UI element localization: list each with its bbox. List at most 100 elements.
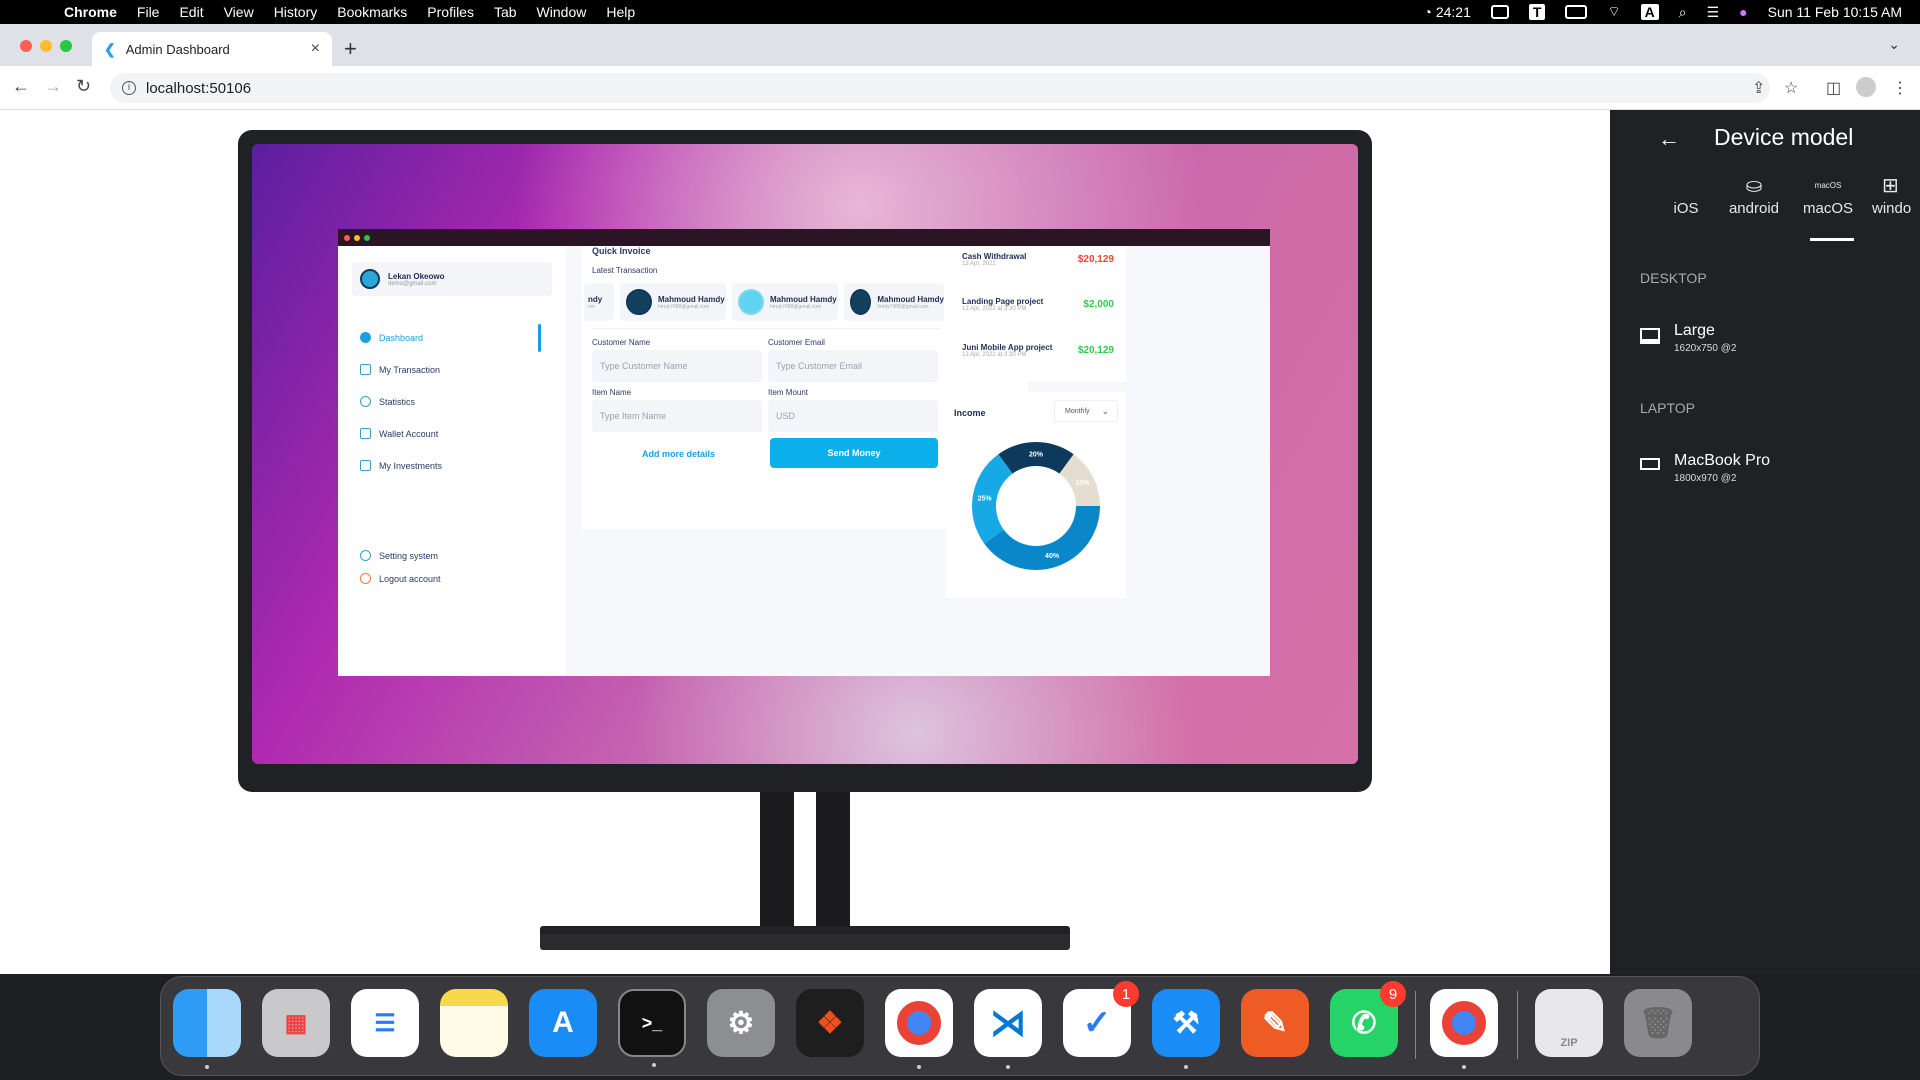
app-close-dot[interactable] — [344, 234, 350, 241]
zip-file-icon[interactable]: ZIP — [1535, 989, 1603, 1057]
chrome-icon[interactable] — [885, 989, 953, 1069]
tab-admin-dashboard[interactable]: ❮ Admin Dashboard × — [92, 32, 332, 66]
notification-badge: 9 — [1380, 981, 1406, 1007]
profile-avatar-icon[interactable] — [1856, 77, 1876, 97]
user-profile-card[interactable]: Lekan Okeowo demo@gmail.com — [352, 262, 552, 296]
transaction-row[interactable]: Landing Page project 13 Apr, 2022 at 3:3… — [962, 297, 1114, 312]
wifi-icon[interactable]: ⌔ — [1607, 3, 1620, 21]
running-indicator — [652, 1063, 656, 1067]
latest-transaction-label: Latest Transaction — [592, 266, 658, 275]
transaction-card[interactable]: Mahmoud Hamdy hmdy7488@gmail.com — [732, 283, 838, 321]
back-arrow-icon[interactable]: ← — [12, 76, 30, 97]
app-zoom-dot[interactable] — [364, 234, 370, 241]
sidebar-item-dashboard[interactable]: Dashboard — [360, 332, 423, 343]
sidebar-item-my-transaction[interactable]: My Transaction — [360, 364, 440, 375]
window-close-button[interactable] — [20, 40, 32, 52]
add-more-details-button[interactable]: Add more details — [642, 449, 715, 459]
vscode-icon[interactable]: ⋊ — [974, 989, 1042, 1069]
chrome-menu-icon[interactable]: ⋮ — [1892, 78, 1908, 98]
timer-status[interactable]: ◔ 24:21 — [1423, 4, 1470, 20]
xcode-icon[interactable]: ⚒ — [1152, 989, 1220, 1069]
monitor-stand-right — [816, 792, 850, 928]
menu-clock[interactable]: Sun 11 Feb 10:15 AM — [1768, 4, 1902, 20]
transaction-card[interactable]: ndy om — [584, 283, 614, 321]
app-minimize-dot[interactable] — [354, 234, 360, 241]
bookmark-star-icon[interactable]: ☆ — [1784, 78, 1798, 98]
share-icon[interactable]: ⇪ — [1752, 78, 1765, 98]
menu-profiles[interactable]: Profiles — [417, 4, 484, 20]
menu-file[interactable]: File — [127, 4, 170, 20]
input-source-indicator[interactable]: A — [1640, 4, 1659, 20]
finder-icon[interactable] — [173, 989, 241, 1069]
trash-icon[interactable]: 🗑 — [1624, 989, 1692, 1057]
launchpad-icon[interactable]: ▦ — [262, 989, 330, 1057]
spotlight-search-icon[interactable]: ⌕ — [1679, 4, 1687, 21]
browser-toolbar: ← → ↻ i localhost:50106 ⇪ ☆ ◫ ⋮ — [0, 66, 1920, 110]
transaction-row[interactable]: Juni Mobile App project 13 Apr, 2022 at … — [962, 343, 1114, 358]
item-amount-input[interactable]: USD — [768, 400, 938, 432]
tab-close-icon[interactable]: × — [311, 40, 320, 58]
url-text: localhost:50106 — [146, 79, 252, 97]
avatar — [626, 289, 652, 315]
income-donut-chart: 20% 15% 40% 25% — [972, 442, 1100, 570]
screen-mirror-icon[interactable] — [1490, 5, 1509, 19]
os-tab-ios[interactable]: iOS — [1650, 172, 1722, 217]
terminal-icon[interactable]: >_ — [618, 989, 686, 1067]
menu-edit[interactable]: Edit — [169, 4, 213, 20]
back-arrow-icon[interactable]: ← — [1658, 126, 1680, 152]
period-dropdown[interactable]: Monthly ⌄ — [1054, 400, 1118, 422]
menu-bookmarks[interactable]: Bookmarks — [327, 4, 417, 20]
forward-arrow-icon[interactable]: → — [44, 76, 62, 97]
sidebar-item-setting-system[interactable]: Setting system — [360, 550, 438, 561]
whatsapp-icon[interactable]: ✆ 9 — [1330, 981, 1406, 1057]
siri-icon[interactable]: ● — [1739, 4, 1747, 20]
menu-history[interactable]: History — [264, 4, 328, 20]
menu-tab[interactable]: Tab — [484, 4, 527, 20]
item-name-input[interactable]: Type Item Name — [592, 400, 762, 432]
control-center-icon[interactable]: ☰ — [1707, 4, 1720, 21]
menu-app-name[interactable]: Chrome — [54, 4, 127, 20]
text-tool-icon[interactable]: T — [1528, 4, 1546, 20]
menu-help[interactable]: Help — [596, 4, 645, 20]
chrome-icon[interactable] — [1430, 989, 1498, 1069]
new-tab-button[interactable]: + — [344, 36, 357, 62]
side-panel-icon[interactable]: ◫ — [1826, 78, 1841, 98]
reminders-icon[interactable]: ☰ — [351, 989, 419, 1057]
dock-separator — [1517, 991, 1518, 1059]
transaction-row[interactable]: Cash Withdrawal 13 Apr, 2022 $20,129 — [962, 252, 1114, 267]
transaction-amount: $20,129 — [1077, 345, 1114, 356]
site-info-icon[interactable]: i — [122, 81, 136, 95]
app-store-icon[interactable]: A — [529, 989, 597, 1057]
window-zoom-button[interactable] — [60, 40, 72, 52]
tasks-app-icon[interactable]: ✓ 1 — [1063, 981, 1139, 1057]
customer-name-input[interactable]: Type Customer Name — [592, 350, 762, 382]
figma-icon[interactable]: ❖ — [796, 989, 864, 1057]
window-minimize-button[interactable] — [40, 40, 52, 52]
os-tab-macos[interactable]: macOS macOS — [1792, 172, 1864, 217]
sidebar-item-logout[interactable]: Logout account — [360, 573, 441, 584]
panel-title: Device model — [1714, 124, 1854, 150]
battery-icon[interactable] — [1565, 5, 1588, 19]
system-settings-icon[interactable]: ⚙ — [707, 989, 775, 1057]
device-item-macbook-pro[interactable]: MacBook Pro 1800x970 @2 — [1640, 452, 1770, 484]
reload-icon[interactable]: ↻ — [76, 76, 91, 97]
postman-icon[interactable]: ✎ — [1241, 989, 1309, 1057]
running-indicator — [1184, 1065, 1188, 1069]
address-bar[interactable]: i localhost:50106 — [110, 73, 1770, 103]
sidebar-item-wallet-account[interactable]: Wallet Account — [360, 428, 438, 439]
donut-slice-label: 15% — [1075, 480, 1090, 487]
sidebar-item-my-investments[interactable]: My Investments — [360, 460, 442, 471]
menu-view[interactable]: View — [214, 4, 264, 20]
sidebar-item-statistics[interactable]: Statistics — [360, 396, 415, 407]
customer-email-input[interactable]: Type Customer Email — [768, 350, 938, 382]
transaction-card[interactable]: Mahmoud Hamdy hmdy7488@gmail.com — [844, 283, 944, 321]
os-tab-windows[interactable]: ⊞ windo — [1872, 172, 1920, 217]
app-title-bar — [338, 229, 1270, 246]
transaction-card[interactable]: Mahmoud Hamdy hmdy7488@gmail.com — [620, 283, 726, 321]
menu-window[interactable]: Window — [527, 4, 597, 20]
os-tab-android[interactable]: ⛀ android — [1718, 172, 1790, 217]
device-item-large[interactable]: Large 1620x750 @2 — [1640, 322, 1736, 354]
tab-search-chevron-icon[interactable]: ⌄ — [1888, 36, 1900, 53]
notes-icon[interactable] — [440, 989, 508, 1057]
send-money-button[interactable]: Send Money — [770, 438, 938, 468]
